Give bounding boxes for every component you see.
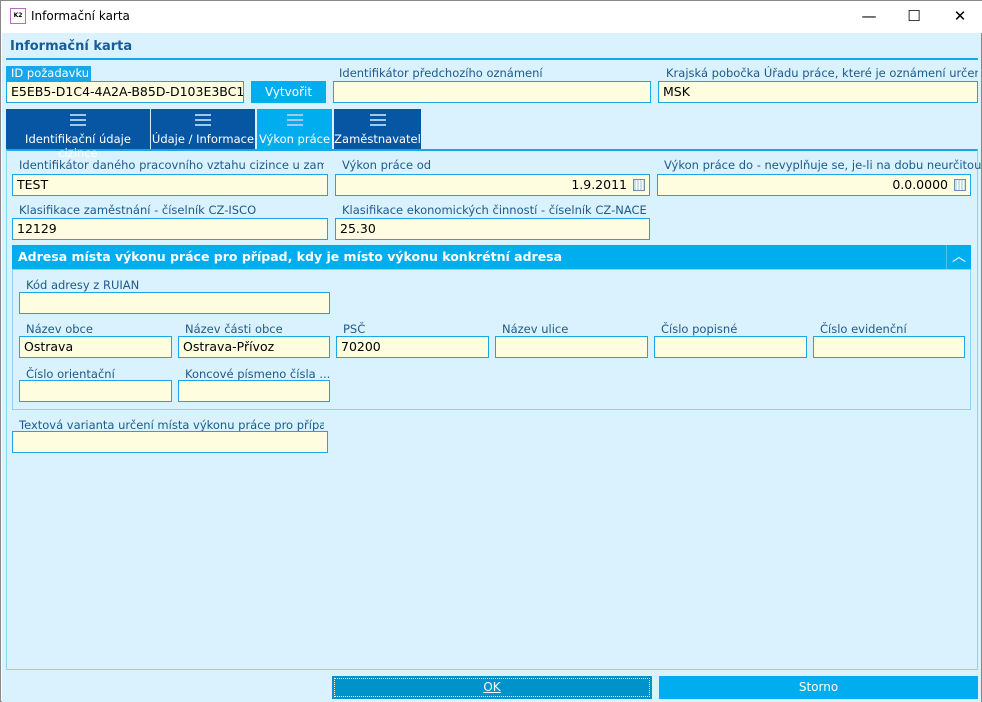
orientacni-input[interactable]: [19, 380, 172, 402]
tab-udaje-informace[interactable]: Údaje / Informace: [151, 109, 255, 149]
close-button[interactable]: ✕: [937, 1, 982, 33]
create-button[interactable]: Vytvořit: [251, 81, 326, 103]
calendar-icon[interactable]: [633, 179, 645, 191]
cast-obce-label: Název části obce: [185, 322, 283, 336]
isco-label: Klasifikace zaměstnání - číselník CZ-ISC…: [19, 203, 257, 217]
menu-icon: [195, 114, 211, 126]
title-bar: K2 Informační karta — ☐ ✕: [1, 1, 982, 33]
chevron-up-icon[interactable]: ︿: [946, 245, 971, 269]
divider: [6, 58, 978, 60]
tab-identifikacni-udaje[interactable]: Identifikační údaje cizince: [6, 109, 150, 160]
orientacni-label: Číslo orientační: [26, 367, 115, 381]
menu-icon: [369, 114, 386, 126]
branch-label: Krajská pobočka Úřadu práce, které je oz…: [666, 66, 978, 80]
cast-obce-input[interactable]: Ostrava-Přívoz: [178, 336, 330, 358]
menu-icon: [286, 114, 303, 126]
work-to-input[interactable]: 0.0.0000: [657, 174, 971, 196]
ok-button[interactable]: OK: [332, 676, 652, 699]
obec-label: Název obce: [26, 322, 93, 336]
app-logo-icon: K2: [10, 8, 26, 24]
work-from-label: Výkon práce od: [342, 158, 432, 172]
id-input[interactable]: E5EB5-D1C4-4A2A-B85D-D103E3BC1243: [6, 81, 244, 103]
popisne-input[interactable]: [654, 336, 807, 358]
tab-label: Zaměstnavatel: [334, 132, 421, 146]
ulice-label: Název ulice: [502, 322, 569, 336]
work-from-value: 1.9.2011: [571, 177, 627, 192]
ulice-input[interactable]: [495, 336, 648, 358]
psc-input[interactable]: 70200: [336, 336, 489, 358]
text-variant-input[interactable]: [12, 431, 328, 453]
relation-id-label: Identifikátor daného pracovního vztahu c…: [19, 158, 324, 172]
list-icon: [70, 114, 86, 126]
nace-input[interactable]: 25.30: [335, 218, 650, 240]
tab-label: Údaje / Informace: [151, 132, 255, 146]
address-section-header[interactable]: Adresa místa výkonu práce pro případ, kd…: [12, 245, 971, 269]
evidencni-label: Číslo evidenční: [820, 322, 907, 336]
psc-label: PSČ: [343, 322, 366, 336]
work-from-input[interactable]: 1.9.2011: [335, 174, 650, 196]
isco-input[interactable]: 12129: [12, 218, 328, 240]
prev-id-input[interactable]: [333, 81, 651, 103]
tab-vykon-prace[interactable]: Výkon práce: [257, 109, 332, 149]
tab-label: Identifikační údaje cizince: [25, 132, 131, 160]
ruian-label: Kód adresy z RUIAN: [26, 278, 140, 292]
calendar-icon[interactable]: [954, 179, 966, 191]
minimize-button[interactable]: —: [846, 1, 892, 33]
prev-id-label: Identifikátor předchozího oznámení: [339, 66, 543, 80]
popisne-label: Číslo popisné: [661, 322, 738, 336]
work-to-label: Výkon práce do - nevyplňuje se, je-li na…: [664, 158, 982, 172]
work-to-value: 0.0.0000: [892, 177, 948, 192]
tab-zamestnavatel[interactable]: Zaměstnavatel: [334, 109, 421, 149]
id-label: ID požadavku: [6, 66, 91, 81]
text-variant-label: Textová varianta určení místa výkonu prá…: [19, 418, 324, 432]
tab-label: Výkon práce: [258, 132, 331, 146]
window-title: Informační karta: [31, 9, 130, 23]
obec-input[interactable]: Ostrava: [19, 336, 172, 358]
branch-input[interactable]: MSK: [658, 81, 978, 103]
ruian-input[interactable]: [19, 292, 330, 314]
pismeno-input[interactable]: [178, 380, 330, 402]
pismeno-label: Koncové písmeno čísla ...: [185, 367, 330, 381]
evidencni-input[interactable]: [813, 336, 965, 358]
page-title: Informační karta: [10, 39, 133, 54]
relation-id-input[interactable]: TEST: [12, 174, 328, 196]
nace-label: Klasifikace ekonomických činností - číse…: [342, 203, 647, 217]
cancel-button[interactable]: Storno: [659, 676, 978, 699]
maximize-button[interactable]: ☐: [891, 1, 937, 33]
